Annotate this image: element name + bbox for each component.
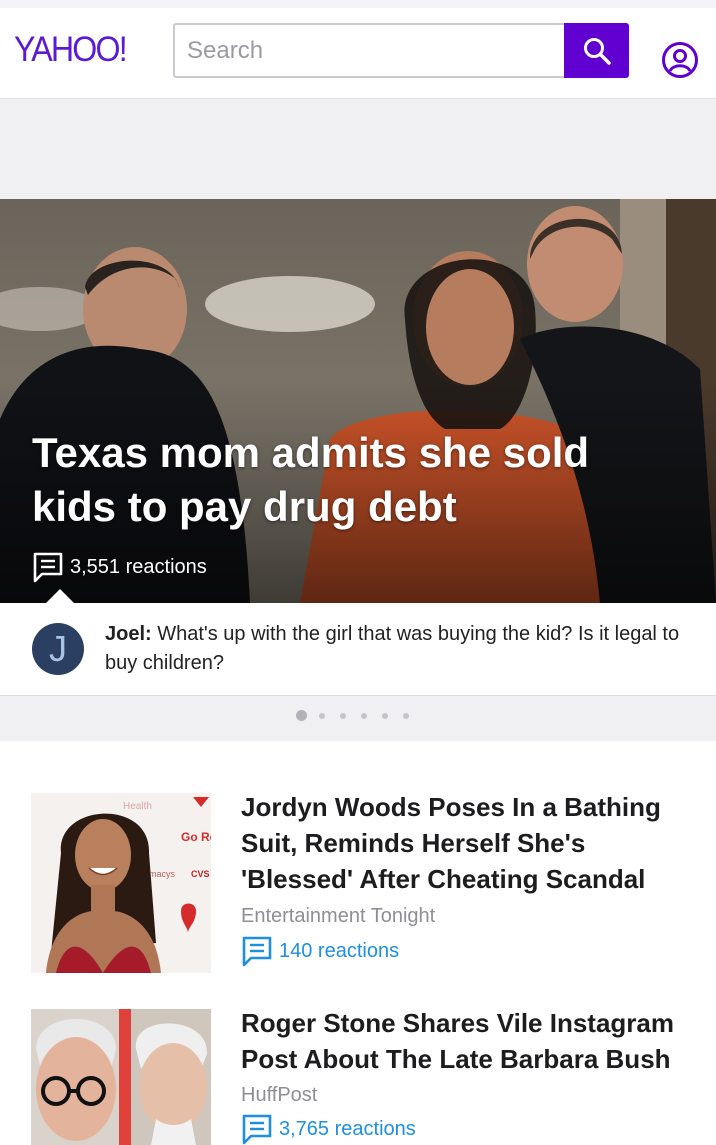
hero-reactions-count: 3,551 reactions — [70, 555, 207, 578]
story-reactions-count: 140 reactions — [279, 939, 400, 962]
carousel-dot[interactable] — [296, 710, 307, 721]
search-input[interactable] — [175, 25, 565, 76]
carousel-dot[interactable] — [403, 712, 409, 719]
carousel-dots — [296, 710, 424, 721]
carousel-dot[interactable] — [382, 712, 388, 719]
story-thumbnail[interactable] — [31, 1009, 211, 1145]
comment-icon — [33, 552, 63, 583]
top-comment[interactable]: J Joel: What's up with the girl that was… — [0, 589, 716, 696]
carousel-dot[interactable] — [319, 712, 325, 719]
hero-image — [0, 199, 716, 603]
hero-story[interactable]: Texas mom admits she sold kids to pay dr… — [0, 199, 716, 603]
story-reactions[interactable]: 140 reactions — [241, 935, 399, 967]
story-reactions-count: 3,765 reactions — [279, 1117, 416, 1140]
user-circle-icon[interactable] — [661, 41, 699, 79]
hero-title[interactable]: Texas mom admits she sold kids to pay dr… — [32, 426, 672, 534]
comment-pointer — [46, 589, 74, 603]
story-title[interactable]: Jordyn Woods Poses In a Bathing Suit, Re… — [241, 789, 691, 897]
thumbnail-image: Health Go Red macys CVS — [31, 793, 211, 973]
search-button[interactable] — [564, 23, 629, 78]
avatar: J — [32, 623, 84, 675]
thumbnail-image — [31, 1009, 211, 1145]
story-item[interactable]: Health Go Red macys CVS Jordyn Woods Pos… — [0, 792, 716, 983]
thumb-health-text: Health — [123, 801, 152, 812]
app-header: YAHOO! — [0, 8, 716, 99]
carousel-dot[interactable] — [361, 712, 367, 719]
comment-text: What's up with the girl that was buying … — [105, 623, 680, 674]
comment-author: Joel: — [105, 623, 152, 645]
story-reactions[interactable]: 3,765 reactions — [241, 1113, 416, 1145]
carousel-dot[interactable] — [340, 712, 346, 719]
hero-reactions[interactable]: 3,551 reactions — [32, 551, 207, 583]
story-source[interactable]: HuffPost — [241, 1084, 317, 1107]
search-bar — [173, 23, 629, 78]
comment-body: Joel: What's up with the girl that was b… — [105, 620, 690, 678]
comment-icon — [242, 936, 272, 967]
story-thumbnail[interactable]: Health Go Red macys CVS — [31, 793, 211, 973]
story-item[interactable]: Roger Stone Shares Vile Instagram Post A… — [0, 1008, 716, 1145]
status-strip — [0, 0, 716, 8]
comment-icon — [242, 1114, 272, 1145]
ad-placeholder-band — [0, 99, 716, 199]
carousel-indicator-band — [0, 696, 716, 741]
story-title[interactable]: Roger Stone Shares Vile Instagram Post A… — [241, 1005, 691, 1077]
thumb-cvs-text: CVS — [191, 869, 210, 879]
thumb-macys-text: macys — [149, 869, 176, 879]
story-source[interactable]: Entertainment Tonight — [241, 905, 435, 928]
yahoo-logo[interactable]: YAHOO! — [14, 30, 128, 70]
thumb-gored-text: Go Red — [181, 830, 211, 844]
search-icon — [583, 37, 611, 65]
